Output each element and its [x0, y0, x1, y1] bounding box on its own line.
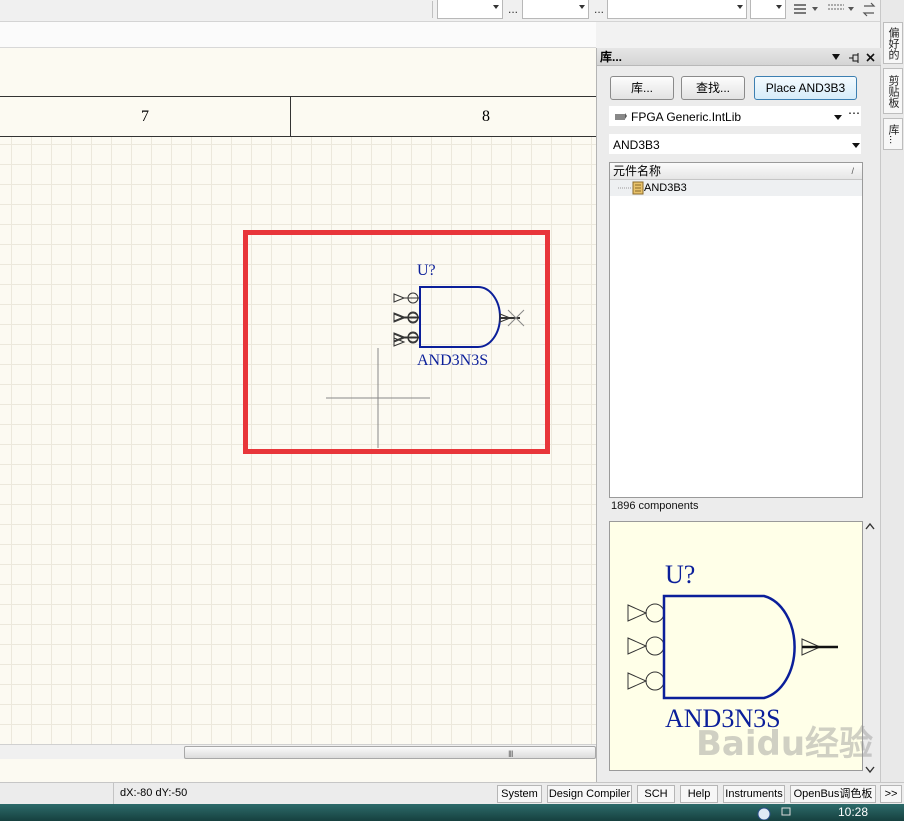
highlight-box: [243, 230, 550, 454]
toolbar-combo-3[interactable]: [607, 0, 747, 19]
tree-branch-icon: [618, 181, 644, 195]
chevron-down-icon: [852, 143, 860, 148]
status-tab-design-compiler[interactable]: Design Compiler: [547, 785, 632, 803]
search-button[interactable]: 查找...: [681, 76, 745, 100]
zone-label: 7: [141, 108, 149, 125]
right-panel-strip: 偏好的 剪贴板 库...: [880, 0, 904, 783]
network-icon: [757, 807, 771, 820]
toolbar-separator: [432, 1, 433, 18]
tab-libraries[interactable]: 库...: [883, 118, 903, 150]
sheet-top-margin: [0, 22, 596, 48]
grip-icon: III: [508, 749, 513, 759]
list-item[interactable]: AND3B3: [610, 180, 862, 196]
schematic-canvas[interactable]: 7 8 U? AND3N3S III: [0, 22, 596, 782]
libraries-button[interactable]: 库...: [610, 76, 674, 100]
scrollbar-thumb[interactable]: III: [184, 746, 596, 759]
align-icon: [828, 4, 844, 10]
toolbar-icons[interactable]: [792, 2, 878, 18]
column-header[interactable]: 元件名称 /: [610, 163, 862, 180]
library-select[interactable]: FPGA Generic.IntLib ⋯: [609, 106, 861, 126]
status-tab-help[interactable]: Help: [680, 785, 718, 803]
status-cell: [0, 783, 114, 805]
menu-arrow-icon: [832, 54, 840, 60]
swap-icon: [862, 2, 876, 17]
tab-clipboard[interactable]: 剪贴板: [883, 68, 903, 114]
status-tab-instruments[interactable]: Instruments: [723, 785, 785, 803]
panel-title-bar: 库...: [597, 48, 881, 66]
panel-controls[interactable]: [831, 53, 877, 63]
status-more-button[interactable]: >>: [880, 785, 902, 803]
component-count: 1896 components: [611, 500, 699, 512]
chevron-down-icon: [834, 115, 842, 120]
tab-favorites[interactable]: 偏好的: [883, 22, 903, 64]
status-tab-sch[interactable]: SCH: [637, 785, 675, 803]
toolbar-combo-2[interactable]: [522, 0, 589, 19]
baidu-watermark: Baidu经验: [696, 724, 874, 764]
list-icon: [794, 4, 806, 14]
os-taskbar: 10:28: [0, 804, 904, 821]
horizontal-scrollbar[interactable]: III: [0, 744, 596, 759]
more-icon[interactable]: ⋯: [848, 103, 860, 123]
zone-label: 8: [482, 108, 490, 125]
toolbar-ellipsis-2[interactable]: ...: [594, 2, 604, 16]
toolbar-combo-1[interactable]: [437, 0, 503, 19]
place-component-button[interactable]: Place AND3B3: [754, 76, 857, 100]
component-filter[interactable]: AND3B3: [609, 134, 861, 154]
toolbar-combo-4[interactable]: [750, 0, 786, 19]
panel-title: 库...: [600, 50, 623, 64]
pin-icon: [849, 53, 859, 63]
status-bar: dX:-80 dY:-50 System Design Compiler SCH…: [0, 782, 904, 805]
toolbar: ... ...: [0, 0, 880, 22]
library-icon: [615, 113, 627, 120]
preview-designator: U?: [665, 560, 696, 589]
chevron-down-icon: [812, 7, 818, 11]
close-icon: [866, 53, 875, 62]
component-list[interactable]: 元件名称 / AND3B3: [609, 162, 863, 498]
library-select-value: FPGA Generic.IntLib: [631, 110, 742, 124]
tray-icons[interactable]: [744, 805, 804, 820]
sort-icon: /: [851, 166, 854, 176]
preview-and-gate-icon: [627, 594, 838, 700]
filter-value: AND3B3: [613, 138, 660, 152]
column-header-label: 元件名称: [613, 164, 662, 178]
scroll-up-icon: [865, 522, 875, 530]
list-item-label: AND3B3: [644, 182, 687, 194]
sheet-zone-ruler: 7 8: [0, 96, 596, 137]
status-tab-openbus[interactable]: OpenBus调色板: [790, 785, 876, 803]
chevron-down-icon: [848, 7, 854, 11]
taskbar-clock: 10:28: [837, 805, 868, 819]
library-panel: 库... 库... 查找... Place AND3B3 FPGA Generi…: [596, 48, 881, 782]
window-icon: [781, 807, 791, 816]
scroll-down-icon: [865, 766, 875, 774]
status-tab-system[interactable]: System: [497, 785, 542, 803]
toolbar-ellipsis-1[interactable]: ...: [508, 2, 518, 16]
cursor-coordinates: dX:-80 dY:-50: [120, 787, 188, 799]
